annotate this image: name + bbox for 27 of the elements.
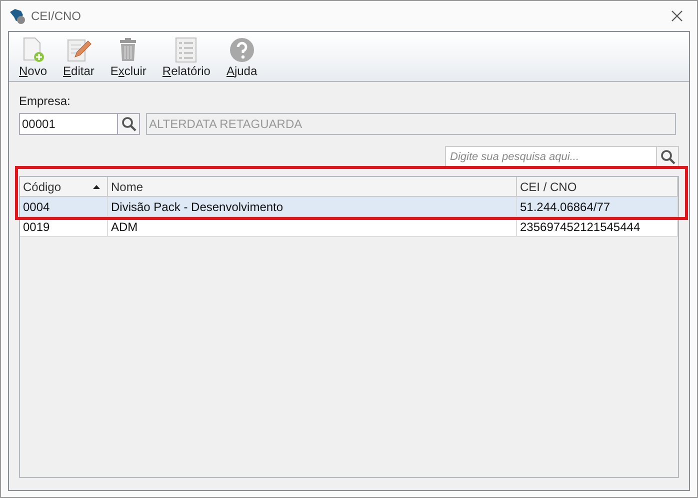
column-header[interactable]: Código — [20, 177, 108, 196]
trash-icon — [118, 37, 138, 63]
toolbar-button[interactable]: Novo — [19, 37, 48, 77]
table-row[interactable]: 0004 Divisão Pack - Desenvolvimento 51.244.06864/77 — [20, 197, 678, 217]
close-icon — [671, 10, 683, 22]
column-header[interactable]: Nome — [108, 177, 517, 196]
new-document-icon — [21, 37, 46, 63]
sort-ascending-icon — [93, 184, 100, 188]
search-button[interactable] — [657, 146, 679, 168]
help-icon — [228, 37, 255, 63]
column-header[interactable]: CEI / CNO — [517, 177, 678, 196]
toolbar-button[interactable]: Ajuda — [226, 37, 258, 77]
window-title: CEI/CNO — [31, 8, 82, 25]
toolbar-button[interactable]: Relatório — [162, 37, 210, 77]
empresa-search-button[interactable] — [118, 113, 140, 135]
app-logo-icon — [9, 8, 27, 24]
search-icon — [120, 116, 136, 132]
list-document-icon — [174, 37, 198, 63]
pencil-document-icon — [66, 37, 92, 63]
empresa-label: Empresa: — [19, 93, 70, 110]
search-icon — [660, 149, 676, 165]
toolbar-button[interactable]: Editar — [63, 37, 94, 77]
close-button[interactable] — [669, 8, 685, 24]
empresa-name-field: ALTERDATA RETAGUARDA — [146, 113, 676, 135]
empresa-code-field[interactable]: 00001 — [19, 113, 118, 135]
toolbar-button[interactable]: Excluir — [110, 37, 146, 77]
search-field[interactable]: Digite sua pesquisa aqui... — [445, 146, 657, 168]
